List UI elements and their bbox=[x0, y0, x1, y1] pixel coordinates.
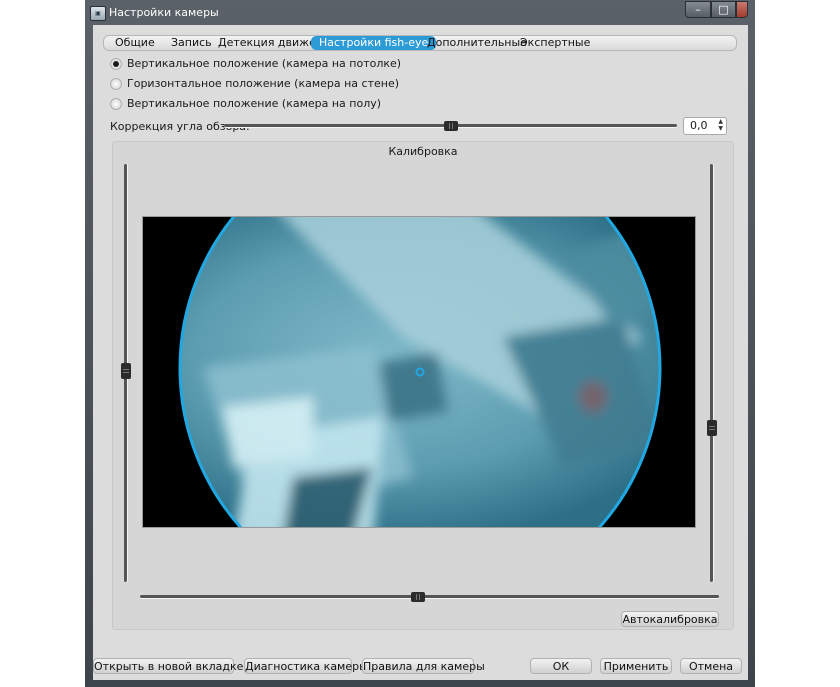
fisheye-preview[interactable] bbox=[142, 216, 696, 528]
title-bar[interactable]: ▣ Настройки камеры – □ bbox=[85, 0, 755, 25]
tab-bar: Общие Запись Детекция движения Настройки… bbox=[103, 35, 737, 51]
angle-correction-value[interactable]: 0,0 bbox=[690, 120, 708, 132]
minimize-button[interactable]: – bbox=[685, 1, 711, 18]
open-in-new-tab-button[interactable]: Открыть в новой вкладке bbox=[93, 658, 243, 674]
angle-correction-spinbox[interactable]: 0,0 ▲ ▼ bbox=[683, 117, 727, 135]
radio-label-wall: Горизонтальное положение (камера на стен… bbox=[127, 77, 400, 90]
window-title: Настройки камеры bbox=[109, 6, 219, 19]
radio-button-wall[interactable] bbox=[110, 78, 122, 90]
radio-button-floor[interactable] bbox=[110, 98, 122, 110]
calibration-title: Калибровка bbox=[388, 145, 458, 158]
ok-button[interactable]: ОК bbox=[530, 658, 592, 674]
spin-arrows-icon[interactable]: ▲ ▼ bbox=[718, 118, 723, 132]
calibration-right-slider-thumb[interactable] bbox=[707, 420, 717, 436]
angle-correction-label: Коррекция угла обзора: bbox=[110, 120, 250, 133]
apply-button[interactable]: Применить bbox=[600, 658, 672, 674]
calibration-right-slider[interactable] bbox=[710, 164, 713, 582]
cancel-button[interactable]: Отмена bbox=[680, 658, 742, 674]
calibration-bottom-slider[interactable] bbox=[140, 595, 719, 598]
camera-rules-button[interactable]: Правила для камеры bbox=[362, 658, 485, 674]
camera-diagnostics-button[interactable]: Диагностика камеры bbox=[244, 658, 368, 674]
calibration-bottom-slider-thumb[interactable] bbox=[411, 592, 425, 602]
fisheye-image bbox=[178, 217, 662, 527]
close-button[interactable] bbox=[736, 1, 748, 18]
maximize-button[interactable]: □ bbox=[711, 1, 736, 18]
tab-general[interactable]: Общие bbox=[107, 36, 163, 50]
tab-fisheye-settings[interactable]: Настройки fish-eye bbox=[311, 36, 437, 50]
camera-settings-window: ▣ Настройки камеры – □ Общие Запись Дете… bbox=[85, 0, 755, 687]
calibration-left-slider-thumb[interactable] bbox=[121, 363, 131, 379]
tab-expert[interactable]: Экспертные bbox=[512, 36, 598, 50]
radio-button-ceiling[interactable] bbox=[110, 58, 122, 70]
radio-label-ceiling: Вертикальное положение (камера на потолк… bbox=[127, 57, 402, 70]
angle-correction-slider-thumb[interactable] bbox=[444, 121, 458, 131]
dialog-client-area: Общие Запись Детекция движения Настройки… bbox=[93, 25, 748, 680]
radio-label-floor: Вертикальное положение (камера на полу) bbox=[127, 97, 382, 110]
autocalibration-button[interactable]: Автокалибровка bbox=[621, 611, 719, 627]
camera-settings-icon: ▣ bbox=[90, 6, 106, 21]
